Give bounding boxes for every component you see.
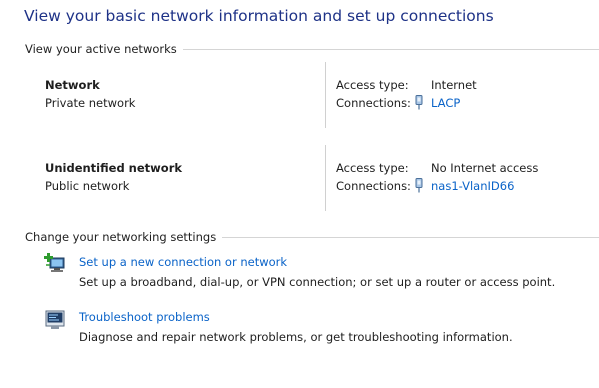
troubleshoot-link[interactable]: Troubleshoot problems [79,310,210,324]
connection-link-nas1-vlanid66[interactable]: nas1-VlanID66 [431,179,514,193]
active-networks-label: View your active networks [25,42,177,56]
troubleshoot-description: Diagnose and repair network problems, or… [79,330,513,344]
active-networks-header: View your active networks [25,41,599,57]
setup-connection-description: Set up a broadband, dial-up, or VPN conn… [79,275,556,289]
network-name: Unidentified network [45,161,183,175]
network-category-link[interactable]: Public network [45,179,129,193]
ethernet-adapter-icon [415,95,423,110]
network-category-link[interactable]: Private network [45,96,135,110]
section-divider [182,48,599,50]
network-name: Network [45,78,100,92]
troubleshoot-icon [45,310,65,329]
page-title: View your basic network information and … [24,7,494,25]
connections-label: Connections: [336,96,411,110]
networking-settings-header: Change your networking settings [25,229,599,245]
setup-connection-link[interactable]: Set up a new connection or network [79,255,287,269]
networking-settings-label: Change your networking settings [25,230,217,244]
access-type-value: Internet [431,78,477,92]
new-connection-icon [44,253,65,272]
connections-label: Connections: [336,179,411,193]
access-type-value: No Internet access [431,161,539,175]
section-divider [222,236,599,238]
access-type-label: Access type: [336,78,409,92]
network-divider [325,145,326,211]
access-type-label: Access type: [336,161,409,175]
network-divider [325,62,326,128]
ethernet-adapter-icon [415,178,423,193]
connection-link-lacp[interactable]: LACP [431,96,460,110]
